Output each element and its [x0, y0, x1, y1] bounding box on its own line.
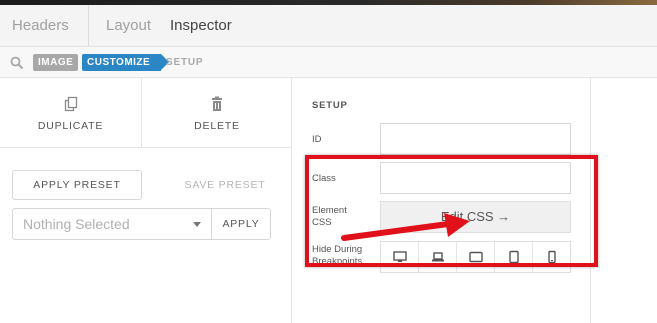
- breadcrumb-setup[interactable]: SETUP: [166, 54, 203, 71]
- duplicate-button[interactable]: DUPLICATE: [0, 78, 141, 148]
- search-icon[interactable]: [10, 56, 24, 70]
- duplicate-icon: [64, 96, 77, 112]
- tab-headers[interactable]: Headers: [12, 5, 69, 47]
- breakpoint-tablet-landscape[interactable]: [457, 242, 495, 272]
- id-input[interactable]: [380, 123, 571, 155]
- preset-select[interactable]: Nothing Selected: [12, 208, 212, 240]
- edit-css-button[interactable]: Edit CSS →: [380, 201, 571, 233]
- setup-title: SETUP: [312, 100, 348, 111]
- id-label: ID: [312, 134, 322, 145]
- tab-inspector[interactable]: Inspector: [170, 5, 232, 47]
- phone-icon: [548, 250, 556, 264]
- apply-preset-button[interactable]: APPLY PRESET: [12, 170, 142, 200]
- chevron-down-icon: [193, 222, 201, 227]
- delete-label: DELETE: [194, 120, 240, 132]
- action-bar: DUPLICATE DELETE: [0, 78, 292, 148]
- trash-icon: [212, 96, 222, 111]
- breakpoint-desktop[interactable]: [381, 242, 419, 272]
- duplicate-label: DUPLICATE: [37, 120, 104, 132]
- breadcrumb: IMAGE CUSTOMIZE SETUP: [0, 47, 657, 78]
- breadcrumb-customize[interactable]: CUSTOMIZE: [82, 54, 170, 71]
- element-css-label: Element CSS: [312, 205, 347, 228]
- apply-button[interactable]: APPLY: [211, 208, 271, 240]
- hide-breakpoints-label: Hide During Breakpoints: [312, 244, 363, 266]
- tab-divider: [88, 5, 89, 47]
- delete-button[interactable]: DELETE: [142, 78, 292, 148]
- save-preset-button[interactable]: SAVE PRESET: [160, 170, 290, 200]
- breadcrumb-image[interactable]: IMAGE: [33, 54, 79, 71]
- class-label: Class: [312, 173, 336, 184]
- class-input[interactable]: [380, 162, 571, 194]
- preset-select-value: Nothing Selected: [23, 216, 130, 232]
- left-panel: DUPLICATE DELETE APPLY PRESET SAVE PRESE…: [0, 78, 292, 323]
- desktop-icon: [392, 251, 407, 262]
- laptop-icon: [431, 252, 444, 262]
- tablet-portrait-icon: [508, 250, 519, 264]
- setup-panel: SETUP ID Class Element CSS Edit CSS → Hi…: [292, 78, 591, 323]
- breakpoint-toggle-group: [380, 241, 571, 273]
- tab-layout[interactable]: Layout: [106, 5, 151, 47]
- tablet-landscape-icon: [468, 251, 483, 263]
- breakpoint-laptop[interactable]: [419, 242, 457, 272]
- right-pane: [592, 78, 657, 323]
- breakpoint-phone[interactable]: [533, 242, 571, 272]
- top-tabs: Headers Layout Inspector: [0, 5, 657, 47]
- breakpoint-tablet-portrait[interactable]: [495, 242, 533, 272]
